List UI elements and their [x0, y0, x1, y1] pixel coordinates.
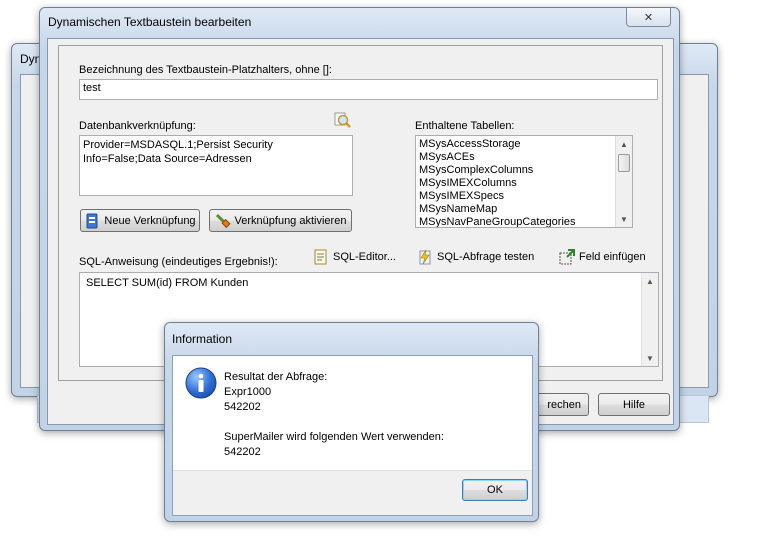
lightning-icon — [417, 249, 433, 265]
db-connection-field[interactable]: Provider=MSDASQL.1;Persist Security Info… — [79, 135, 353, 196]
dialog-footer: OK — [173, 470, 532, 515]
new-connection-label: Neue Verknüpfung — [104, 214, 196, 227]
sql-test-button[interactable]: SQL-Abfrage testen — [417, 249, 534, 265]
information-icon — [185, 367, 217, 402]
list-item[interactable]: MSysNavPaneGroupCategories — [416, 216, 632, 227]
placeholder-input[interactable]: test — [79, 79, 658, 100]
document-icon — [313, 249, 329, 265]
message-line: Expr1000 — [224, 386, 272, 398]
help-label: Hilfe — [622, 398, 645, 411]
new-connection-button[interactable]: Neue Verknüpfung — [80, 209, 200, 232]
sql-scrollbar[interactable]: ▲ ▼ — [641, 273, 658, 366]
dialog-client: Resultat der Abfrage: Expr1000 542202 Su… — [172, 355, 533, 516]
scroll-down-icon[interactable]: ▼ — [616, 211, 632, 227]
activate-connection-label: Verknüpfung aktivieren — [234, 214, 347, 227]
information-dialog: Information Resultat der Abfrage: Expr10… — [164, 322, 539, 522]
ok-label: OK — [487, 484, 503, 496]
message-line: SuperMailer wird folgenden Wert verwende… — [224, 431, 444, 443]
message-line: 542202 — [224, 446, 261, 458]
sql-editor-button[interactable]: SQL-Editor... — [313, 249, 396, 265]
activate-connection-button[interactable]: Verknüpfung aktivieren — [209, 209, 352, 232]
dialog-title: Information — [172, 332, 233, 346]
insert-field-button[interactable]: Feld einfügen — [559, 249, 646, 265]
cancel-label: rechen — [547, 398, 581, 411]
insert-field-label: Feld einfügen — [579, 251, 646, 263]
help-button[interactable]: Hilfe — [598, 393, 670, 416]
list-item[interactable]: MSysComplexColumns — [416, 164, 632, 177]
scroll-thumb[interactable] — [618, 154, 630, 172]
insert-field-icon — [559, 249, 575, 265]
ok-button[interactable]: OK — [462, 479, 528, 501]
list-item[interactable]: MSysACEs — [416, 151, 632, 164]
message-line: Resultat der Abfrage: — [224, 371, 328, 383]
database-icon — [84, 213, 100, 229]
list-item[interactable]: MSysIMEXSpecs — [416, 190, 632, 203]
db-connection-label: Datenbankverknüpfung: — [79, 120, 196, 132]
message-line: 542202 — [224, 401, 261, 413]
tables-label: Enthaltene Tabellen: — [415, 120, 515, 132]
sql-editor-label: SQL-Editor... — [333, 251, 396, 263]
list-item[interactable]: MSysNameMap — [416, 203, 632, 216]
sql-label: SQL-Anweisung (eindeutiges Ergebnis!): — [79, 256, 278, 268]
close-icon: ✕ — [643, 11, 654, 24]
close-button[interactable]: ✕ — [626, 8, 671, 27]
plug-icon — [215, 213, 231, 229]
scroll-down-icon[interactable]: ▼ — [642, 350, 658, 366]
scroll-up-icon[interactable]: ▲ — [616, 136, 632, 152]
list-item[interactable]: MSysAccessStorage — [416, 138, 632, 151]
sql-test-label: SQL-Abfrage testen — [437, 251, 535, 263]
dialog-message: Resultat der Abfrage: Expr1000 542202 Su… — [224, 370, 444, 460]
tables-scrollbar[interactable]: ▲ ▼ — [615, 136, 632, 227]
list-item[interactable]: MSysIMEXColumns — [416, 177, 632, 190]
placeholder-label: Bezeichnung des Textbaustein-Platzhalter… — [79, 64, 332, 76]
window-title: Dynamischen Textbaustein bearbeiten — [48, 15, 252, 29]
sql-statement-text: SELECT SUM(id) FROM Kunden — [86, 277, 249, 289]
search-icon[interactable] — [334, 112, 351, 128]
tables-list[interactable]: MSysAccessStorage MSysACEs MSysComplexCo… — [415, 135, 633, 228]
scroll-up-icon[interactable]: ▲ — [642, 273, 658, 289]
